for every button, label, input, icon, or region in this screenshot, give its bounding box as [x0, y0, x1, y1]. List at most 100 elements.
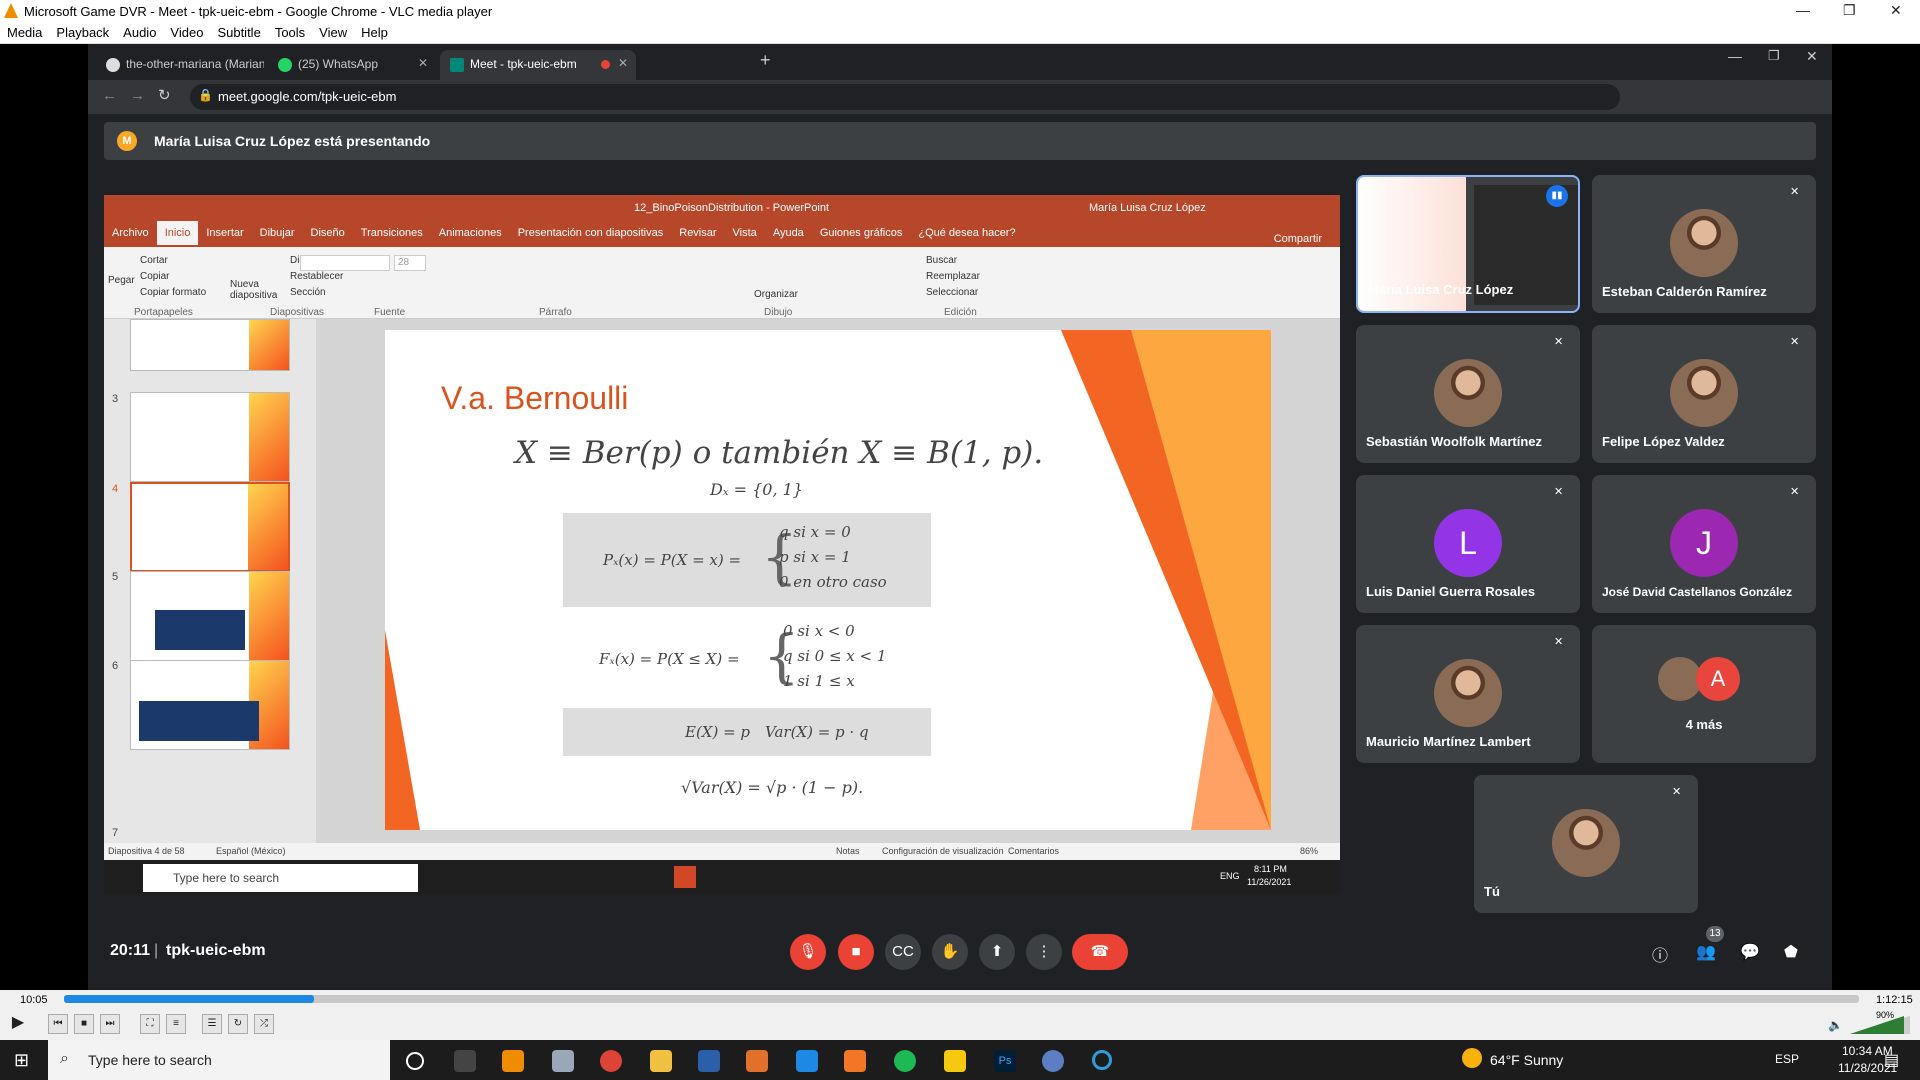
present-button[interactable]: ⬆: [979, 934, 1015, 970]
speaker-icon[interactable]: 🔈: [1828, 1018, 1843, 1032]
fullscreen-button[interactable]: ⛶: [140, 1014, 160, 1034]
ppt-tab[interactable]: Dibujar: [252, 221, 303, 245]
arrange-button[interactable]: Organizar: [754, 289, 798, 300]
sublime-icon[interactable]: [844, 1050, 866, 1072]
menu-subtitle[interactable]: Subtitle: [210, 22, 267, 43]
find-button[interactable]: Buscar: [926, 255, 957, 266]
ppt-tab[interactable]: Revisar: [671, 221, 724, 245]
close-icon[interactable]: ✕: [1806, 48, 1818, 65]
r-icon[interactable]: [1042, 1050, 1064, 1072]
participant-tile[interactable]: ✕ Mauricio Martínez Lambert: [1356, 625, 1580, 763]
section-button[interactable]: Sección: [290, 287, 326, 298]
captions-button[interactable]: CC: [885, 934, 921, 970]
menu-video[interactable]: Video: [163, 22, 210, 43]
new-slide-button[interactable]: Nueva diapositiva: [230, 279, 277, 301]
app-icon[interactable]: [1092, 1050, 1112, 1070]
ppt-tab[interactable]: Diseño: [303, 221, 353, 245]
loop-button[interactable]: ↻: [228, 1014, 248, 1034]
activities-icon[interactable]: ⬟: [1784, 942, 1798, 962]
next-button[interactable]: ⏭: [100, 1014, 120, 1034]
photoshop-icon[interactable]: Ps: [994, 1050, 1016, 1072]
participant-tile[interactable]: ✕ Sebastián Woolfolk Martínez: [1356, 325, 1580, 463]
close-tab-icon[interactable]: ✕: [418, 56, 428, 70]
new-tab-icon[interactable]: +: [760, 50, 771, 71]
minimize-icon[interactable]: —: [1728, 48, 1742, 64]
restore-icon[interactable]: ❐: [1768, 48, 1780, 64]
menu-media[interactable]: Media: [0, 22, 49, 43]
participant-tile[interactable]: ✕ Felipe López Valdez: [1592, 325, 1816, 463]
ppt-tab[interactable]: Guiones gráficos: [812, 221, 911, 245]
previous-button[interactable]: ⏮: [48, 1014, 68, 1034]
ppt-tell-me[interactable]: ¿Qué desea hacer?: [910, 221, 1023, 245]
display-settings-button[interactable]: Configuración de visualización: [882, 846, 1004, 856]
font-size-box[interactable]: 28: [394, 255, 426, 271]
extended-settings-button[interactable]: ≡: [166, 1014, 186, 1034]
windows-start-icon[interactable]: ⊞: [14, 1050, 29, 1071]
format-painter-button[interactable]: Copiar formato: [140, 287, 206, 298]
forward-icon[interactable]: →: [130, 87, 145, 104]
menu-tools[interactable]: Tools: [268, 22, 312, 43]
spotify-icon[interactable]: [894, 1050, 916, 1072]
menu-audio[interactable]: Audio: [116, 22, 163, 43]
font-family-box[interactable]: [300, 255, 390, 271]
shuffle-button[interactable]: ⤮: [254, 1014, 274, 1034]
address-bar[interactable]: 🔒 meet.google.com/tpk-ueic-ebm: [190, 84, 1620, 110]
app-icon[interactable]: [944, 1050, 966, 1072]
self-tile[interactable]: ✕ Tú: [1474, 775, 1698, 913]
tab-whatsapp[interactable]: (25) WhatsApp ✕: [268, 50, 436, 80]
slide-thumbnail-selected[interactable]: [130, 482, 290, 572]
back-icon[interactable]: ←: [102, 87, 117, 104]
paste-button[interactable]: Pegar: [108, 275, 135, 286]
powerpoint-icon[interactable]: [674, 866, 696, 888]
info-icon[interactable]: ⓘ: [1652, 942, 1668, 966]
vlc-taskbar-icon[interactable]: [502, 1050, 524, 1072]
slide[interactable]: V.a. Bernoulli X ≡ Ber(p) o también X ≡ …: [385, 330, 1271, 830]
git-icon[interactable]: [746, 1050, 768, 1072]
language[interactable]: ESP: [1775, 1052, 1799, 1066]
ppt-tab[interactable]: Ayuda: [765, 221, 812, 245]
slide-thumbnail[interactable]: [130, 660, 290, 750]
minimize-icon[interactable]: —: [1796, 2, 1810, 18]
ppt-tab[interactable]: Insertar: [198, 221, 251, 245]
copy-button[interactable]: Copiar: [140, 271, 169, 282]
more-participants-tile[interactable]: A 4 más: [1592, 625, 1816, 763]
reload-icon[interactable]: ↻: [158, 86, 171, 104]
participant-tile[interactable]: ✕ Esteban Calderón Ramírez: [1592, 175, 1816, 313]
comments-button[interactable]: Comentarios: [1008, 846, 1059, 856]
ppt-tab-inicio[interactable]: Inicio: [156, 221, 199, 245]
menu-help[interactable]: Help: [354, 22, 395, 43]
ppt-tab[interactable]: Transiciones: [353, 221, 431, 245]
chrome-icon[interactable]: [600, 1050, 622, 1072]
slide-thumbnail[interactable]: [130, 392, 290, 482]
tab-meet[interactable]: Meet - tpk-ueic-ebm ✕: [440, 50, 636, 80]
slide-thumbnail[interactable]: [130, 571, 290, 661]
mic-off-button[interactable]: 🎙: [790, 934, 826, 970]
cortana-icon[interactable]: [406, 1052, 424, 1070]
camera-off-button[interactable]: ■: [838, 934, 874, 970]
vscode-icon[interactable]: [796, 1050, 818, 1072]
participant-tile[interactable]: L ✕ Luis Daniel Guerra Rosales: [1356, 475, 1580, 613]
restore-icon[interactable]: ❐: [1843, 2, 1856, 19]
file-explorer-icon[interactable]: [650, 1050, 672, 1072]
close-tab-icon[interactable]: ✕: [618, 56, 628, 70]
notifications-icon[interactable]: ▤: [1884, 1050, 1899, 1070]
menu-view[interactable]: View: [312, 22, 354, 43]
notes-button[interactable]: Notas: [836, 846, 860, 856]
ppt-tab[interactable]: Animaciones: [431, 221, 510, 245]
raise-hand-button[interactable]: ✋: [932, 934, 968, 970]
task-view-icon[interactable]: [454, 1050, 476, 1072]
shared-search[interactable]: Type here to search: [143, 864, 418, 892]
slide-thumbnail[interactable]: [130, 319, 290, 371]
playlist-button[interactable]: ☰: [202, 1014, 222, 1034]
powershell-icon[interactable]: [698, 1050, 720, 1072]
reset-button[interactable]: Restablecer: [290, 271, 343, 282]
hang-up-button[interactable]: ☎: [1072, 934, 1128, 970]
zoom-level[interactable]: 86%: [1300, 846, 1318, 856]
menu-playback[interactable]: Playback: [49, 22, 116, 43]
play-button[interactable]: ▶: [6, 1014, 30, 1034]
ppt-tab[interactable]: Presentación con diapositivas: [510, 221, 672, 245]
ppt-tab[interactable]: Vista: [725, 221, 765, 245]
select-button[interactable]: Seleccionar: [926, 287, 978, 298]
stop-button[interactable]: ■: [74, 1014, 94, 1034]
cut-button[interactable]: Cortar: [140, 255, 168, 266]
